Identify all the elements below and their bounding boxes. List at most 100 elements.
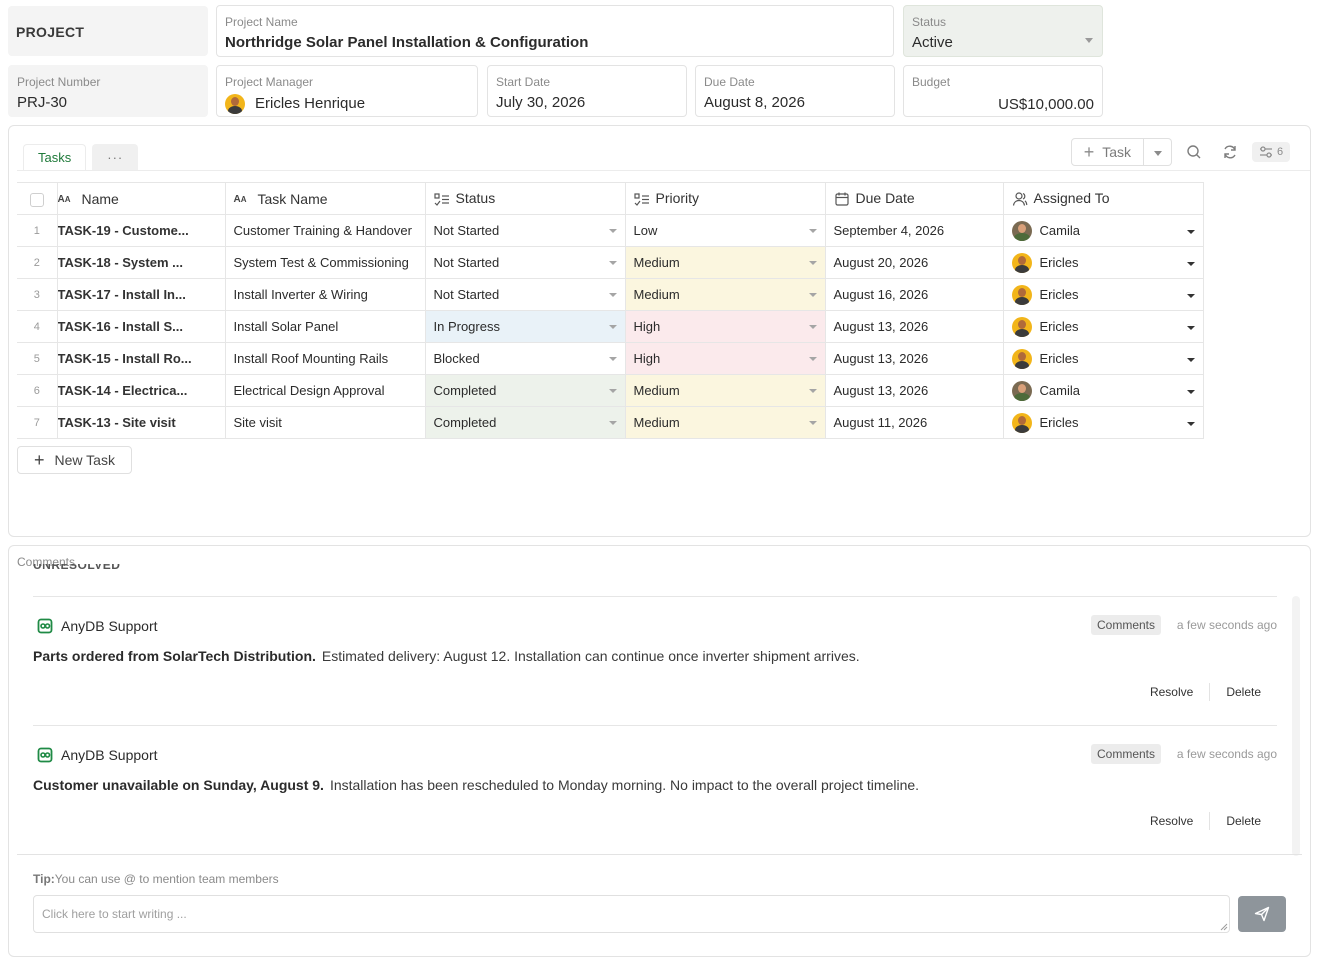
task-id-cell[interactable]: TASK-13 - Site visit [56,406,226,439]
budget-value[interactable]: US$10,000.00 [912,95,1094,115]
priority-cell[interactable]: Medium [624,374,826,407]
scrollbar[interactable] [1292,596,1300,856]
status-cell[interactable]: In Progress [424,310,626,343]
comment-input[interactable] [33,895,1230,933]
project-number-field: Project Number PRJ-30 [8,65,208,117]
resolve-button[interactable]: Resolve [1150,685,1193,699]
task-id-cell[interactable]: TASK-19 - Custome... [56,214,226,247]
assignee-cell[interactable]: Ericles [1002,342,1204,375]
assignee-cell[interactable]: Ericles [1002,278,1204,311]
task-name-cell[interactable]: System Test & Commissioning [224,246,426,279]
task-id-cell[interactable]: TASK-16 - Install S... [56,310,226,343]
chevron-down-icon[interactable] [1186,390,1195,394]
due-date-cell[interactable]: August 20, 2026 [824,246,1004,279]
refresh-button[interactable] [1216,138,1244,166]
tab-tasks[interactable]: Tasks [23,144,87,170]
chevron-down-icon[interactable] [1186,230,1195,234]
assignee-cell[interactable]: Ericles [1002,406,1204,439]
task-id-cell[interactable]: TASK-14 - Electrica... [56,374,226,407]
column-priority[interactable]: Priority [624,182,826,215]
project-manager-field[interactable]: Project Manager Ericles Henrique [216,65,478,117]
table-row[interactable]: 7 TASK-13 - Site visit Site visit Comple… [17,406,1204,439]
filter-button[interactable]: 6 [1252,142,1290,162]
task-name-cell[interactable]: Site visit [224,406,426,439]
status-cell[interactable]: Not Started [424,278,626,311]
resolve-button[interactable]: Resolve [1150,814,1193,828]
chevron-down-icon[interactable] [1186,326,1195,330]
assignee-cell[interactable]: Ericles [1002,310,1204,343]
column-status[interactable]: Status [424,182,626,215]
status-value[interactable]: Active [912,33,1094,53]
priority-cell[interactable]: High [624,310,826,343]
column-assigned-to[interactable]: Assigned To [1002,182,1204,215]
tab-more[interactable]: ··· [92,144,139,170]
status-field[interactable]: Status Active [903,5,1103,57]
comment-actions: Resolve Delete [1150,812,1261,830]
table-row[interactable]: 4 TASK-16 - Install S... Install Solar P… [17,310,1204,343]
project-name-value[interactable]: Northridge Solar Panel Installation & Co… [225,33,885,53]
avatar [225,94,245,114]
chevron-down-icon[interactable] [1085,38,1093,43]
chevron-down-icon [808,261,817,265]
chevron-down-icon[interactable] [1186,422,1195,426]
status-cell[interactable]: Blocked [424,342,626,375]
due-date-cell[interactable]: August 16, 2026 [824,278,1004,311]
column-task-name[interactable]: AA Task Name [224,182,426,215]
search-button[interactable] [1180,138,1208,166]
project-name-field[interactable]: Project Name Northridge Solar Panel Inst… [216,5,894,57]
chevron-down-icon[interactable] [1186,294,1195,298]
due-date-cell[interactable]: August 13, 2026 [824,342,1004,375]
status-cell[interactable]: Completed [424,374,626,407]
select-all-cell[interactable] [17,182,58,215]
task-name-cell[interactable]: Install Inverter & Wiring [224,278,426,311]
due-date-value[interactable]: August 8, 2026 [704,93,886,113]
budget-field[interactable]: Budget US$10,000.00 [903,65,1103,117]
task-name-cell[interactable]: Customer Training & Handover [224,214,426,247]
project-manager-value[interactable]: Ericles Henrique [225,94,469,114]
assignee-cell[interactable]: Ericles [1002,246,1204,279]
add-task-menu-button[interactable] [1144,138,1172,166]
assignee-cell[interactable]: Camila [1002,374,1204,407]
column-due-date[interactable]: Due Date [824,182,1004,215]
priority-cell[interactable]: Medium [624,406,826,439]
status-cell[interactable]: Not Started [424,214,626,247]
due-date-cell[interactable]: September 4, 2026 [824,214,1004,247]
status-value: Not Started [433,287,500,302]
chevron-down-icon[interactable] [1186,358,1195,362]
delete-button[interactable]: Delete [1226,685,1261,699]
due-date-cell[interactable]: August 13, 2026 [824,310,1004,343]
table-row[interactable]: 1 TASK-19 - Custome... Customer Training… [17,214,1204,247]
priority-cell[interactable]: Medium [624,246,826,279]
new-task-label: New Task [54,452,115,468]
task-name-cell[interactable]: Electrical Design Approval [224,374,426,407]
table-row[interactable]: 2 TASK-18 - System ... System Test & Com… [17,246,1204,279]
due-date-cell[interactable]: August 11, 2026 [824,406,1004,439]
delete-button[interactable]: Delete [1226,814,1261,828]
task-id-cell[interactable]: TASK-15 - Install Ro... [56,342,226,375]
status-cell[interactable]: Completed [424,406,626,439]
new-task-button[interactable]: + New Task [17,446,132,474]
assignee-cell[interactable]: Camila [1002,214,1204,247]
task-name-cell[interactable]: Install Solar Panel [224,310,426,343]
column-name[interactable]: AA Name [56,182,226,215]
resize-handle-icon[interactable] [1220,923,1228,931]
comments-panel: Comments UNRESOLVED AnyDB Support Commen… [8,545,1311,957]
start-date-field[interactable]: Start Date July 30, 2026 [487,65,687,117]
select-all-checkbox[interactable] [29,192,44,207]
due-date-cell[interactable]: August 13, 2026 [824,374,1004,407]
start-date-value[interactable]: July 30, 2026 [496,93,678,113]
task-id-cell[interactable]: TASK-18 - System ... [56,246,226,279]
chevron-down-icon[interactable] [1186,262,1195,266]
task-name-cell[interactable]: Install Roof Mounting Rails [224,342,426,375]
table-row[interactable]: 5 TASK-15 - Install Ro... Install Roof M… [17,342,1204,375]
table-row[interactable]: 6 TASK-14 - Electrica... Electrical Desi… [17,374,1204,407]
due-date-field[interactable]: Due Date August 8, 2026 [695,65,895,117]
priority-cell[interactable]: Medium [624,278,826,311]
status-cell[interactable]: Not Started [424,246,626,279]
table-row[interactable]: 3 TASK-17 - Install In... Install Invert… [17,278,1204,311]
send-button[interactable] [1238,896,1286,932]
priority-cell[interactable]: High [624,342,826,375]
add-task-button[interactable]: + Task [1070,138,1144,166]
priority-cell[interactable]: Low [624,214,826,247]
task-id-cell[interactable]: TASK-17 - Install In... [56,278,226,311]
